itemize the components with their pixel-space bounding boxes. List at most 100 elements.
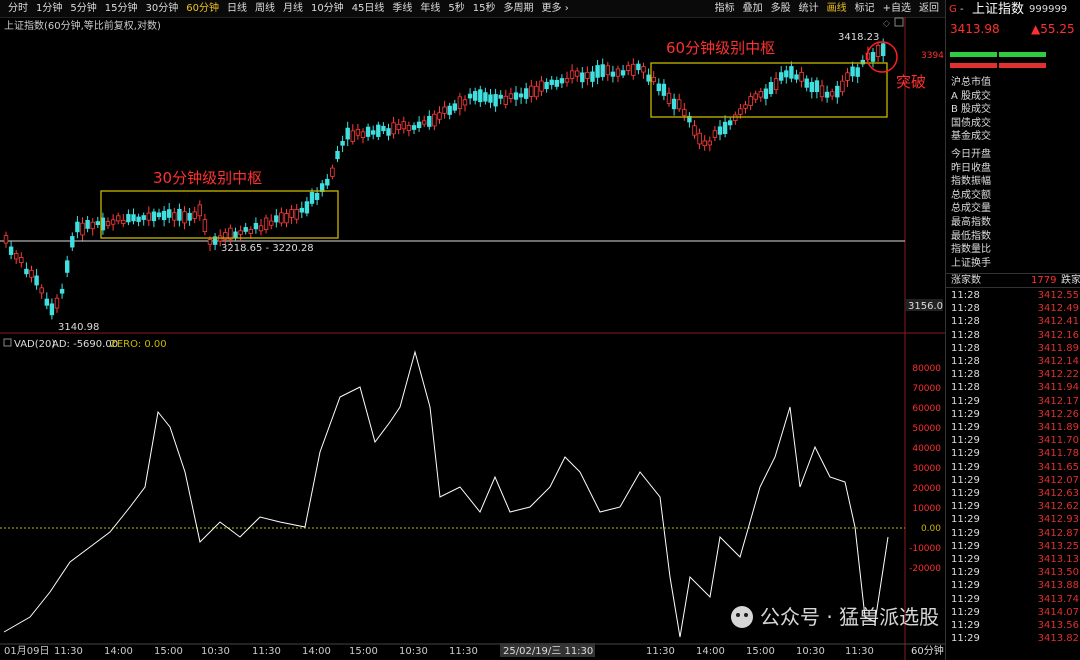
- breakout-label: 突破: [896, 73, 926, 91]
- period-tab[interactable]: 年线: [416, 2, 444, 16]
- candle-body: [253, 222, 259, 230]
- candle-body: [590, 71, 595, 82]
- tick-row[interactable]: 11:29 3411.70: [946, 434, 1080, 447]
- high-price-label: 3418.23: [838, 32, 879, 43]
- tick-price: 3411.89: [1037, 422, 1079, 433]
- tick-row[interactable]: 11:29 3413.88: [946, 579, 1080, 592]
- tool-item[interactable]: +自选: [879, 2, 915, 16]
- time-label: 11:30: [845, 646, 874, 657]
- buy-sell-bar-mid2: [999, 63, 1046, 68]
- tick-row[interactable]: 11:28 3411.89: [946, 342, 1080, 355]
- tool-item[interactable]: 画线: [823, 2, 851, 16]
- period-tab[interactable]: 30分钟: [141, 2, 182, 16]
- tick-row[interactable]: 11:29 3414.07: [946, 606, 1080, 619]
- period-tab[interactable]: 1分钟: [32, 2, 66, 16]
- tool-item[interactable]: 返回: [915, 2, 943, 16]
- tick-row[interactable]: 11:28 3412.14: [946, 355, 1080, 368]
- quote-panel: G - 上证指数 999999 3413.98 ▲55.25 沪总市值 A 股成交…: [945, 0, 1080, 660]
- tick-row[interactable]: 11:29 3412.17: [946, 395, 1080, 408]
- candle-body: [39, 287, 44, 294]
- period-tab[interactable]: 日线: [223, 2, 251, 16]
- period-tab[interactable]: 多周期: [500, 2, 538, 16]
- stat-row: B 股成交: [946, 103, 1080, 116]
- tick-row[interactable]: 11:29 3413.50: [946, 566, 1080, 579]
- tick-row[interactable]: 11:29 3412.93: [946, 513, 1080, 526]
- tool-item[interactable]: 标记: [851, 2, 879, 16]
- tick-row[interactable]: 11:29 3411.78: [946, 447, 1080, 460]
- kline-chart[interactable]: 30分钟级别中枢 60分钟级别中枢 突破 3418.23 3140.98 321…: [0, 17, 945, 660]
- period-toolbar: 分时 1分钟 5分钟 15分钟 30分钟 60分钟 日线 周线 月线 10分钟 45日线 季线 年线 5秒…: [0, 0, 945, 18]
- period-tab[interactable]: 5秒: [444, 2, 468, 16]
- tick-row[interactable]: 11:29 3413.56: [946, 619, 1080, 632]
- tick-row[interactable]: 11:29 3413.74: [946, 593, 1080, 606]
- period-tab[interactable]: 分时: [4, 2, 32, 16]
- rise-row: 涨家数 1779 跌家: [946, 273, 1080, 288]
- candle-body: [421, 120, 427, 125]
- tick-row[interactable]: 11:29 3412.63: [946, 487, 1080, 500]
- tick-row[interactable]: 11:28 3412.22: [946, 368, 1080, 381]
- stat-row: 国债成交: [946, 117, 1080, 130]
- period-tab[interactable]: 季线: [388, 2, 416, 16]
- indicator-title[interactable]: VAD(20): [14, 339, 55, 350]
- period-tab[interactable]: 10分钟: [307, 2, 348, 16]
- candle-body: [141, 215, 146, 220]
- tick-row[interactable]: 11:28 3412.41: [946, 315, 1080, 328]
- tick-row[interactable]: 11:29 3412.07: [946, 474, 1080, 487]
- tool-item[interactable]: 叠加: [739, 2, 767, 16]
- candle-body: [661, 83, 667, 96]
- tick-price: 3413.82: [1037, 633, 1079, 645]
- tick-row[interactable]: 11:28 3411.94: [946, 381, 1080, 394]
- tick-row[interactable]: 11:29 3412.87: [946, 527, 1080, 540]
- indicator-toggle-icon[interactable]: [3, 338, 12, 347]
- tool-item[interactable]: 统计: [795, 2, 823, 16]
- candle-body: [717, 126, 723, 135]
- tick-row[interactable]: 11:29 3411.89: [946, 421, 1080, 434]
- tick-row[interactable]: 11:29 3413.25: [946, 540, 1080, 553]
- candle-body: [54, 297, 60, 309]
- tick-price: 3412.26: [1037, 408, 1079, 420]
- stat-row: 今日开盘: [946, 148, 1080, 161]
- stat-label: 基金成交: [951, 131, 991, 142]
- candle-body: [126, 213, 131, 223]
- period-tab[interactable]: 15分钟: [101, 2, 142, 16]
- candle-body: [814, 80, 820, 93]
- candle-body: [850, 66, 855, 77]
- tick-row[interactable]: 11:29 3412.62: [946, 500, 1080, 513]
- candle-body: [95, 221, 100, 226]
- period-tab[interactable]: 5分钟: [66, 2, 100, 16]
- tick-row[interactable]: 11:28 3412.55: [946, 289, 1080, 302]
- period-tab[interactable]: 15秒: [469, 2, 500, 16]
- period-tab[interactable]: 周线: [251, 2, 279, 16]
- candle-body: [575, 70, 580, 77]
- period-tab[interactable]: 60分钟: [182, 2, 223, 16]
- candle-body: [620, 70, 626, 76]
- fall-label: 跌家: [1061, 275, 1080, 286]
- time-label: 11:30: [252, 646, 281, 657]
- tick-time: 11:29: [951, 514, 980, 526]
- candle-body: [345, 127, 350, 140]
- tick-time: 11:29: [951, 435, 980, 447]
- tick-price: 3411.78: [1037, 448, 1079, 460]
- diamond-icon[interactable]: ◇: [883, 19, 890, 29]
- tool-item[interactable]: 多股: [767, 2, 795, 16]
- candle-body: [284, 213, 289, 224]
- period-tab[interactable]: 月线: [279, 2, 307, 16]
- candle-body: [677, 99, 682, 110]
- tick-row[interactable]: 11:29 3412.26: [946, 408, 1080, 421]
- maximize-icon[interactable]: [894, 17, 904, 27]
- bottom-price-label: 3156.0: [908, 301, 943, 312]
- tick-row[interactable]: 11:29 3411.65: [946, 461, 1080, 474]
- tool-item[interactable]: 指标: [711, 2, 739, 16]
- index-name: 上证指数: [972, 2, 1025, 17]
- candle-body: [182, 211, 187, 224]
- tick-row[interactable]: 11:28 3412.16: [946, 329, 1080, 342]
- tick-row[interactable]: 11:28 3412.49: [946, 302, 1080, 315]
- tick-row[interactable]: 11:29 3413.13: [946, 553, 1080, 566]
- tick-price: 3412.87: [1037, 527, 1079, 539]
- stat-label: 最高指数: [951, 217, 991, 228]
- period-tab[interactable]: 更多 ›: [538, 2, 573, 16]
- tick-row[interactable]: 11:29 3413.82: [946, 632, 1080, 645]
- candle-body: [656, 83, 661, 92]
- period-tab[interactable]: 45日线: [348, 2, 389, 16]
- time-label: 14:00: [104, 646, 133, 657]
